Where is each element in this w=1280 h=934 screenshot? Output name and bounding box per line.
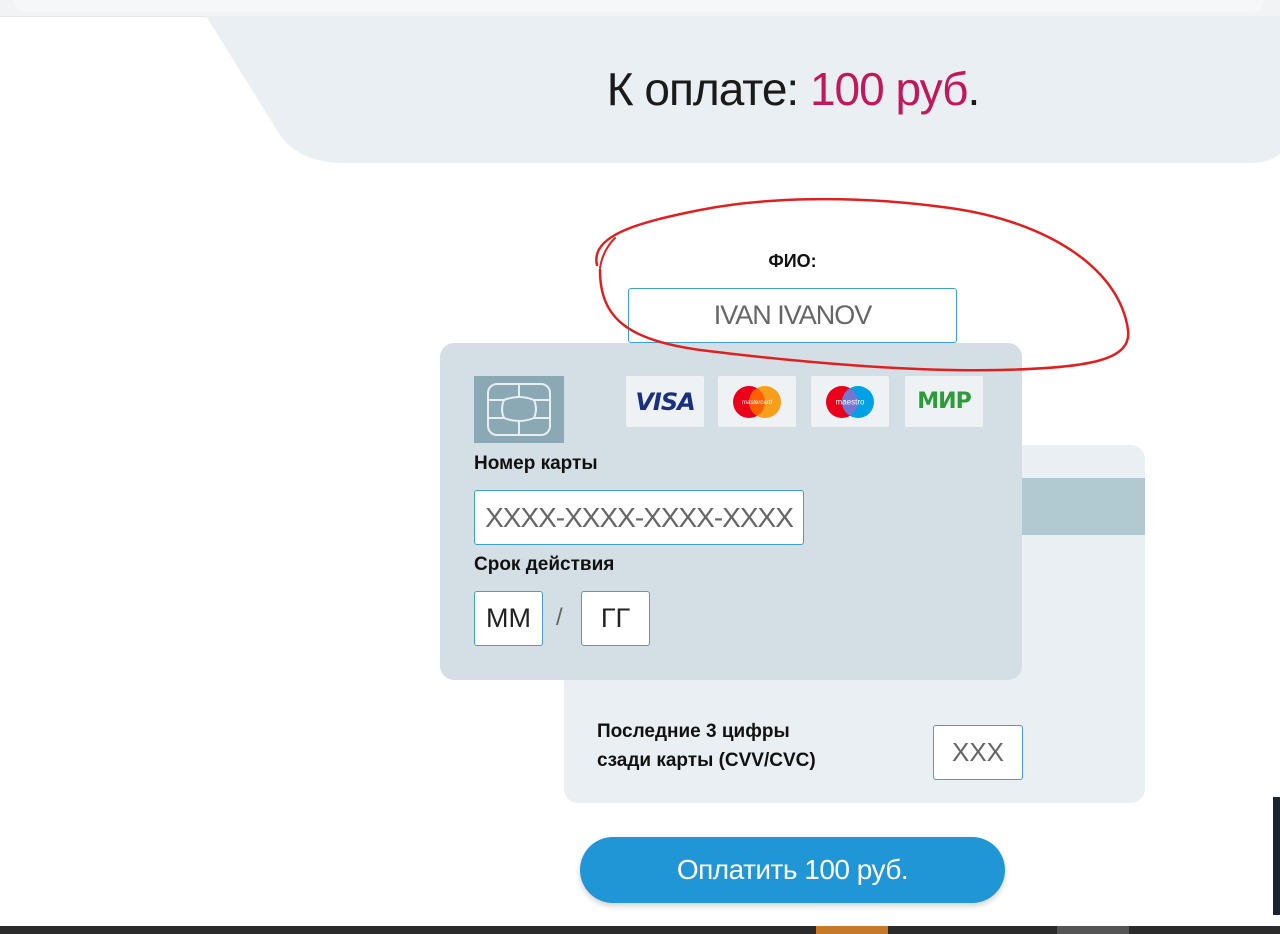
amount-title-prefix: К оплате — [606, 63, 788, 115]
fio-label: ФИО: — [768, 251, 817, 271]
expiry-separator: / — [556, 604, 563, 631]
visa-text: VISA — [635, 387, 695, 416]
maestro-text: maestro — [836, 397, 865, 406]
amount-value: 100 руб — [809, 63, 968, 115]
maestro-icon: maestro — [826, 385, 874, 418]
maestro-logo: maestro — [811, 376, 889, 427]
mastercard-icon: mastercard — [733, 385, 781, 418]
expiry-label: Срок действия — [474, 554, 615, 575]
pay-button[interactable]: Оплатить 100 руб. — [580, 837, 1005, 903]
mir-logo: МИР — [905, 376, 983, 427]
taskbar — [0, 926, 1280, 934]
expiry-month-input[interactable]: ММ — [474, 591, 543, 646]
card-number-input[interactable]: XXXX-XXXX-XXXX-XXXX — [474, 490, 804, 545]
amount-title-colon: : — [786, 63, 799, 115]
card-number-label: Номер карты — [474, 453, 598, 474]
cvv-label-line2: сзади карты (CVV/CVC) — [597, 750, 816, 771]
taskbar-item[interactable] — [1057, 926, 1129, 934]
cvv-label: Последние 3 цифры сзади карты (CVV/CVC) — [597, 717, 897, 775]
side-widget[interactable] — [1273, 797, 1280, 915]
mastercard-text: mastercard — [742, 400, 773, 406]
cvv-input[interactable]: XXX — [933, 725, 1023, 780]
chip-icon — [474, 376, 564, 443]
fio-input[interactable]: IVAN IVANOV — [628, 288, 957, 343]
cvv-label-line1: Последние 3 цифры — [597, 721, 790, 742]
expiry-year-input[interactable]: ГГ — [581, 591, 650, 646]
taskbar-item-active[interactable] — [816, 926, 888, 934]
mastercard-logo: mastercard — [718, 376, 796, 427]
mir-text: МИР — [917, 389, 971, 414]
visa-logo: VISA — [626, 376, 704, 427]
amount-title: К оплате: 100 руб. — [0, 62, 1280, 116]
amount-title-suffix: . — [967, 63, 980, 115]
